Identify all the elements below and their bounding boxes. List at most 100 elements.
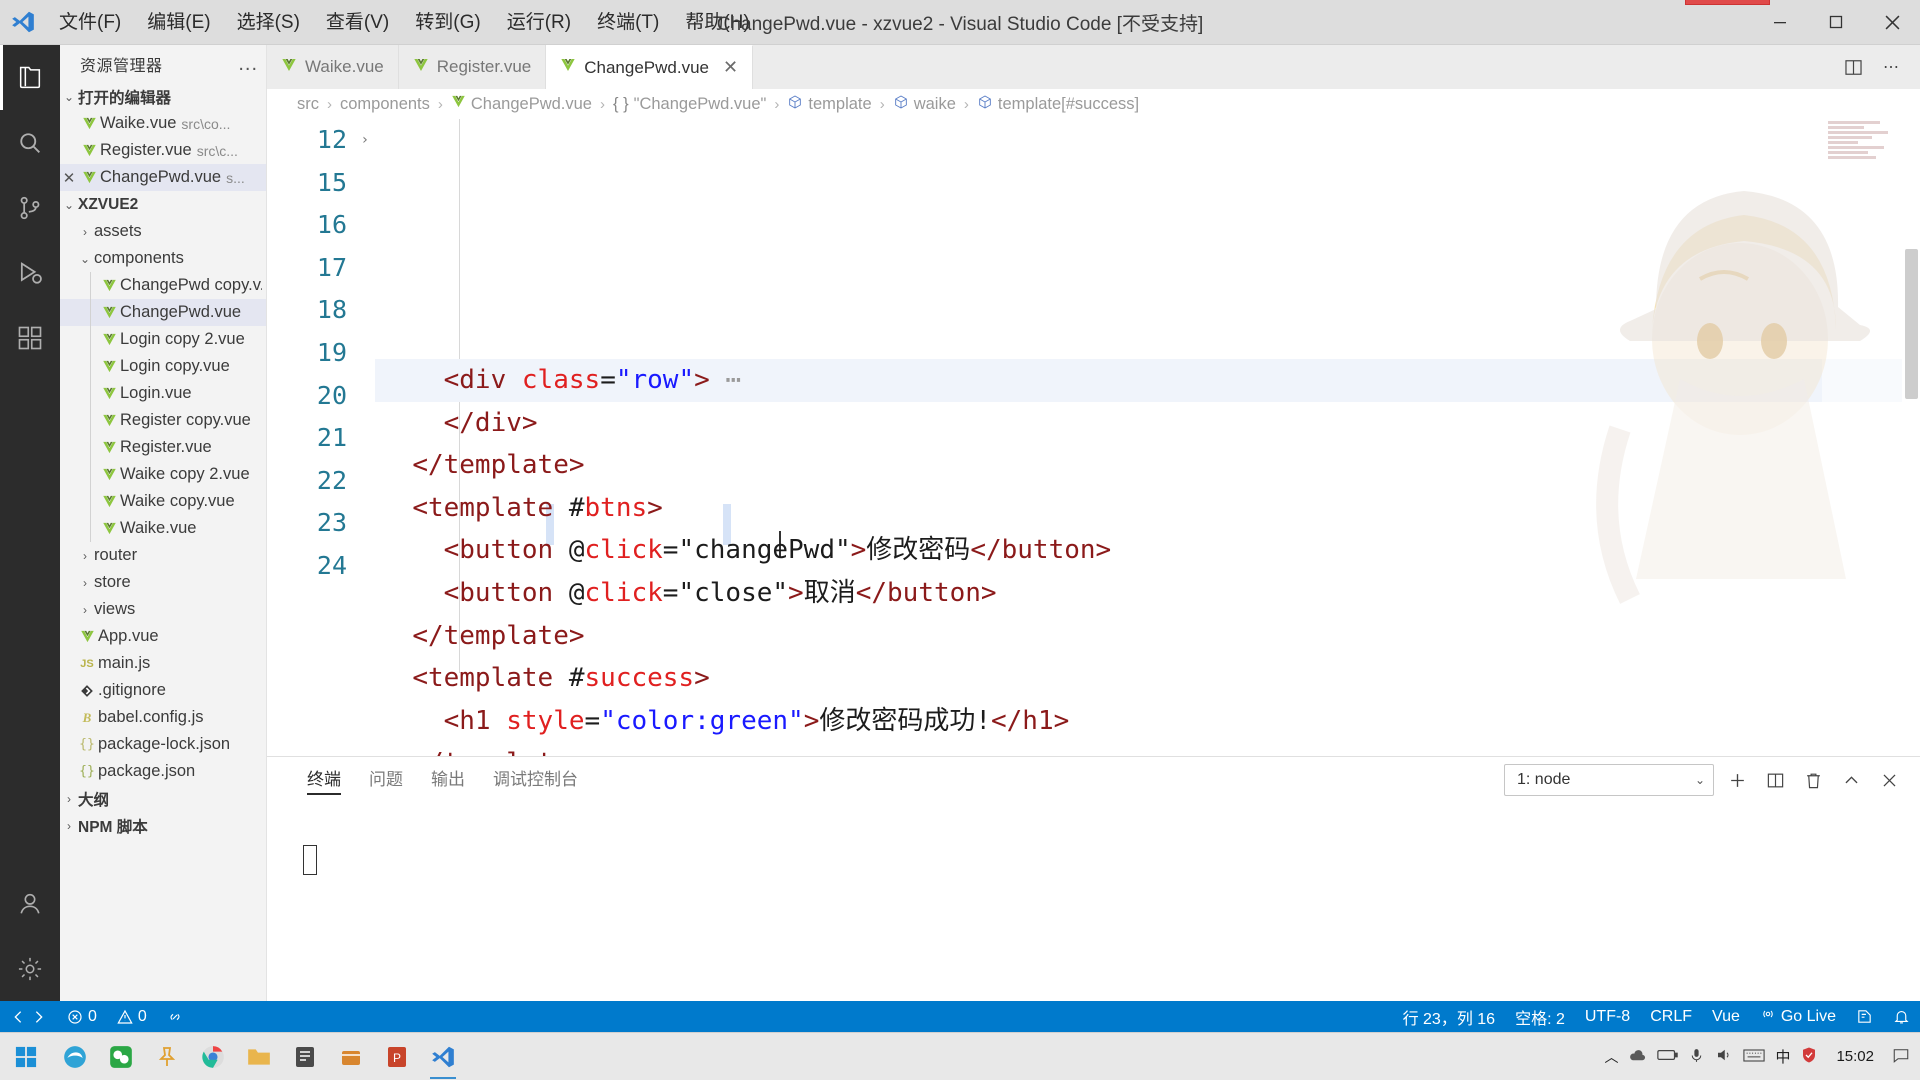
status-warnings[interactable]: 0 <box>107 1001 157 1032</box>
tree-item-waike-copy-vue[interactable]: Waike copy.vue <box>60 488 266 515</box>
status-notifications[interactable] <box>1883 1001 1920 1032</box>
code-line[interactable]: <button @click="changePwd">修改密码</button> <box>375 529 1920 572</box>
mic-icon[interactable] <box>1688 1047 1705 1067</box>
kill-terminal-button[interactable] <box>1798 764 1828 796</box>
activity-settings[interactable] <box>0 936 60 1001</box>
tree-item-assets[interactable]: › assets <box>60 218 266 245</box>
breadcrumb-symbol-file[interactable]: { } "ChangePwd.vue" <box>613 95 766 114</box>
tree-item-changepwd-vue[interactable]: ChangePwd.vue <box>60 299 266 326</box>
tree-item-package-lock-json[interactable]: {} package-lock.json <box>60 731 266 758</box>
scrollbar-thumb[interactable] <box>1905 249 1918 399</box>
breadcrumb-symbol-template[interactable]: template <box>787 94 872 115</box>
status-remote[interactable] <box>0 1001 57 1032</box>
editor-scrollbar[interactable] <box>1902 119 1920 756</box>
windows-start-icon[interactable] <box>0 1033 52 1080</box>
sidebar-section-project[interactable]: ⌄ XZVUE2 <box>60 191 266 218</box>
taskbar-notes[interactable] <box>282 1033 328 1080</box>
volume-icon[interactable] <box>1715 1046 1733 1067</box>
notification-icon[interactable] <box>1892 1046 1910 1067</box>
menu-view[interactable]: 查看(V) <box>313 0 402 45</box>
taskbar-pin[interactable] <box>144 1033 190 1080</box>
menu-go[interactable]: 转到(G) <box>402 0 493 45</box>
tree-item-main-js[interactable]: JS main.js <box>60 650 266 677</box>
minimize-icon[interactable] <box>1752 0 1808 45</box>
tree-item-package-json[interactable]: {} package.json <box>60 758 266 785</box>
battery-icon[interactable] <box>1657 1048 1679 1065</box>
breadcrumb-symbol-waike[interactable]: waike <box>893 94 956 115</box>
ime-icon[interactable]: 中 <box>1775 1046 1790 1067</box>
menu-help[interactable]: 帮助(H) <box>672 0 762 45</box>
open-editor-changepwd[interactable]: ✕ ChangePwd.vue s... <box>60 164 266 191</box>
tab-waike[interactable]: Waike.vue <box>267 45 399 89</box>
code-content[interactable]: <div class="row"> ⋯ </div> </template> <… <box>375 119 1920 756</box>
taskbar-clock[interactable]: 15:02 <box>1828 1048 1882 1065</box>
code-editor[interactable]: 12 › 15 16 17 18 19 20 21 22 23 24 <div class="row"… <box>267 119 1920 756</box>
chevron-up-icon[interactable]: ︿ <box>1604 1047 1618 1067</box>
taskbar-store[interactable] <box>328 1033 374 1080</box>
tree-item-views[interactable]: › views <box>60 596 266 623</box>
breadcrumb-symbol-success[interactable]: template[#success] <box>977 94 1139 115</box>
code-line[interactable]: <template #success> <box>375 657 1920 700</box>
tree-item-waike-vue[interactable]: Waike.vue <box>60 515 266 542</box>
activity-search[interactable] <box>0 110 60 175</box>
split-editor-icon[interactable] <box>1836 45 1870 89</box>
terminal-body[interactable] <box>267 803 1920 1001</box>
close-icon[interactable] <box>1864 0 1920 45</box>
fold-indicator-icon[interactable]: › <box>361 119 369 162</box>
panel-tab-output[interactable]: 输出 <box>417 757 479 803</box>
close-panel-button[interactable] <box>1874 764 1904 796</box>
status-ports[interactable] <box>157 1001 193 1032</box>
code-line[interactable]: </template> <box>375 742 1920 756</box>
breadcrumb-file[interactable]: ChangePwd.vue <box>451 94 592 114</box>
activity-explorer[interactable] <box>0 45 60 110</box>
status-language-mode[interactable]: Vue <box>1702 1001 1750 1032</box>
tree-item-login-copy-2-vue[interactable]: Login copy 2.vue <box>60 326 266 353</box>
taskbar-wechat[interactable] <box>98 1033 144 1080</box>
taskbar-powerpoint[interactable]: P <box>374 1033 420 1080</box>
status-cursor-position[interactable]: 行 23，列 16 <box>1393 1001 1506 1032</box>
tree-item-gitignore[interactable]: .gitignore <box>60 677 266 704</box>
sidebar-section-npm[interactable]: › NPM 脚本 <box>60 812 266 839</box>
menu-file[interactable]: 文件(F) <box>46 0 134 45</box>
tab-changepwd[interactable]: ChangePwd.vue ✕ <box>546 45 754 89</box>
tree-item-login-copy-vue[interactable]: Login copy.vue <box>60 353 266 380</box>
code-line[interactable]: </template> <box>375 444 1920 487</box>
tree-item-store[interactable]: › store <box>60 569 266 596</box>
more-actions-icon[interactable]: ⋯ <box>1874 45 1908 89</box>
code-line[interactable]: <h1 style="color:green">修改密码成功!</h1> <box>375 700 1920 743</box>
tree-item-router[interactable]: › router <box>60 542 266 569</box>
onedrive-icon[interactable] <box>1628 1046 1647 1068</box>
shield-icon[interactable] <box>1800 1046 1818 1067</box>
activity-account[interactable] <box>0 871 60 936</box>
status-errors[interactable]: 0 <box>57 1001 107 1032</box>
tree-item-login-vue[interactable]: Login.vue <box>60 380 266 407</box>
panel-tab-debug-console[interactable]: 调试控制台 <box>479 757 592 803</box>
menu-selection[interactable]: 选择(S) <box>224 0 313 45</box>
taskbar-explorer[interactable] <box>236 1033 282 1080</box>
tree-item-components[interactable]: ⌄ components <box>60 245 266 272</box>
open-editor-register[interactable]: Register.vue src\c... <box>60 137 266 164</box>
tree-item-waike-copy-2-vue[interactable]: Waike copy 2.vue <box>60 461 266 488</box>
status-feedback[interactable] <box>1846 1001 1883 1032</box>
status-encoding[interactable]: UTF-8 <box>1575 1001 1640 1032</box>
menu-terminal[interactable]: 终端(T) <box>584 0 672 45</box>
tree-item-babel-config-js[interactable]: Bbabel.config.js <box>60 704 266 731</box>
close-icon[interactable]: ✕ <box>60 169 78 187</box>
new-terminal-button[interactable] <box>1722 764 1752 796</box>
split-terminal-button[interactable] <box>1760 764 1790 796</box>
code-line[interactable]: </div> <box>375 402 1920 445</box>
activity-source-control[interactable] <box>0 175 60 240</box>
code-line[interactable]: <div class="row"> ⋯ <box>375 359 1920 402</box>
open-editor-waike[interactable]: Waike.vue src\co... <box>60 110 266 137</box>
taskbar-vscode[interactable] <box>420 1033 466 1080</box>
maximize-icon[interactable] <box>1808 0 1864 45</box>
tree-item-changepwd-copy-v[interactable]: ChangePwd copy.v... <box>60 272 266 299</box>
terminal-selector[interactable]: 1: node ⌄ <box>1504 764 1714 796</box>
status-go-live[interactable]: Go Live <box>1750 1001 1846 1032</box>
panel-tab-problems[interactable]: 问题 <box>355 757 417 803</box>
more-actions-icon[interactable]: ... <box>238 53 258 76</box>
activity-extensions[interactable] <box>0 305 60 370</box>
close-icon[interactable]: ✕ <box>723 57 738 78</box>
taskbar-chrome[interactable] <box>190 1033 236 1080</box>
activity-run-debug[interactable] <box>0 240 60 305</box>
